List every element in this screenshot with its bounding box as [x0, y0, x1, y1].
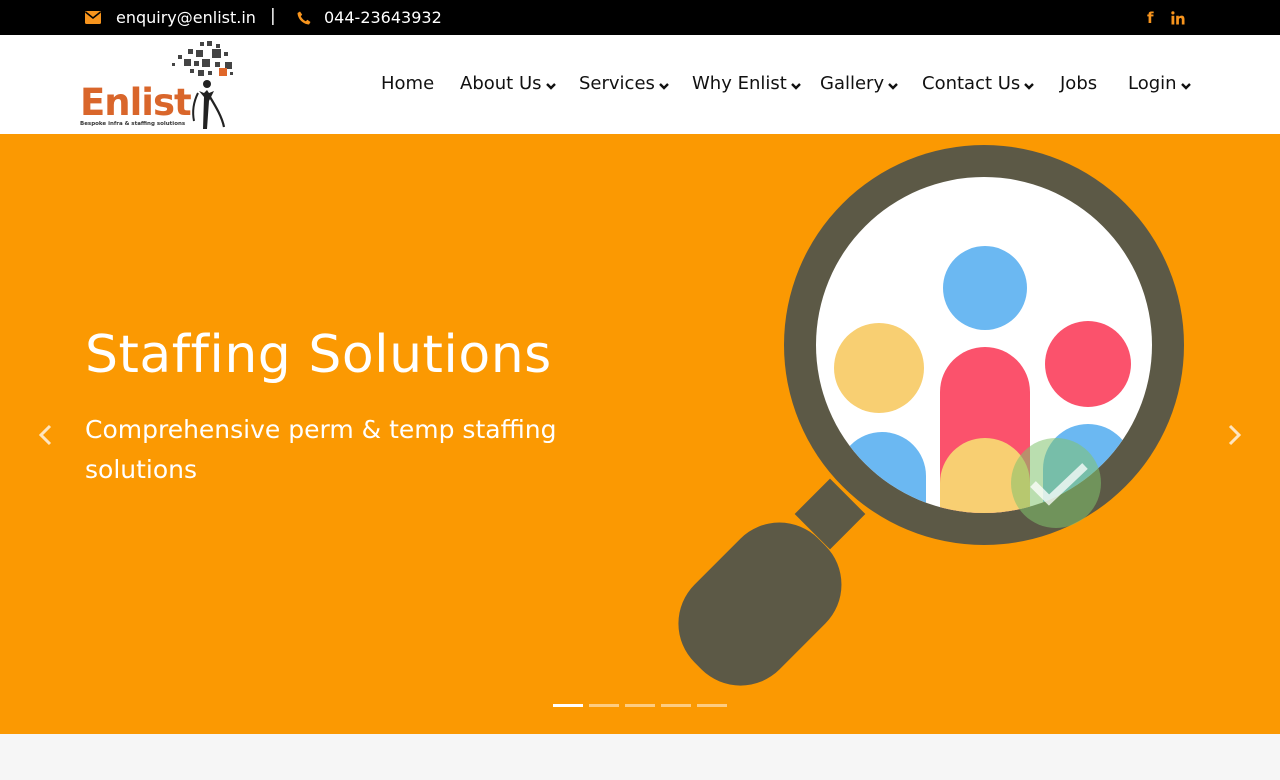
main-nav: Home About Us Services Why Enlist Galler… — [0, 35, 1280, 134]
carousel-indicator[interactable] — [553, 704, 583, 707]
nav-home-label: Home — [381, 73, 435, 94]
chevron-down-icon — [1024, 83, 1035, 90]
email-text: enquiry@enlist.in — [116, 8, 256, 27]
chevron-down-icon — [888, 83, 898, 90]
carousel-indicator[interactable] — [625, 704, 655, 707]
magnifier-people-icon — [678, 145, 1184, 686]
email-link[interactable]: enquiry@enlist.in — [85, 0, 256, 35]
nav-gallery[interactable]: Gallery — [820, 73, 898, 95]
nav-why-label: Why Enlist — [692, 73, 787, 94]
page-section-below — [0, 734, 1280, 780]
nav-about-label: About Us — [460, 73, 542, 94]
carousel-indicators — [553, 704, 727, 707]
carousel-next-button[interactable] — [1223, 420, 1247, 450]
nav-jobs[interactable]: Jobs — [1060, 73, 1097, 95]
nav-about[interactable]: About Us — [460, 73, 556, 95]
topbar-separator: | — [270, 6, 276, 26]
chevron-down-icon — [1180, 83, 1191, 90]
hero-subtitle: Comprehensive perm & temp staffing solut… — [85, 415, 557, 484]
nav-jobs-label: Jobs — [1060, 73, 1098, 94]
nav-gallery-label: Gallery — [820, 73, 885, 94]
nav-why-enlist[interactable]: Why Enlist — [692, 73, 801, 95]
facebook-icon[interactable]: f — [1147, 0, 1154, 35]
hero-carousel: Staffing Solutions Comprehensive perm & … — [0, 134, 1280, 734]
chevron-down-icon — [790, 83, 801, 90]
nav-login-label: Login — [1128, 73, 1177, 94]
top-bar: enquiry@enlist.in | 044-23643932 f — [0, 0, 1280, 35]
hero-title: Staffing Solutions — [85, 325, 552, 385]
carousel-indicator[interactable] — [661, 704, 691, 707]
chevron-down-icon — [545, 83, 556, 90]
site-header: Enlist Bespoke infra & staffing solution… — [0, 35, 1280, 134]
nav-services-label: Services — [579, 73, 655, 94]
nav-home[interactable]: Home — [381, 73, 434, 95]
carousel-prev-button[interactable] — [33, 420, 57, 450]
nav-services[interactable]: Services — [579, 73, 669, 95]
nav-login[interactable]: Login — [1128, 73, 1191, 95]
nav-contact[interactable]: Contact Us — [922, 73, 1035, 95]
chevron-down-icon — [659, 83, 669, 90]
phone-icon — [297, 11, 311, 25]
linkedin-icon[interactable] — [1171, 0, 1185, 35]
phone-text: 044-23643932 — [324, 8, 442, 27]
carousel-indicator[interactable] — [589, 704, 619, 707]
carousel-indicator[interactable] — [697, 704, 727, 707]
nav-contact-label: Contact Us — [922, 73, 1021, 94]
phone-link[interactable]: 044-23643932 — [297, 0, 442, 35]
envelope-icon — [85, 11, 101, 24]
